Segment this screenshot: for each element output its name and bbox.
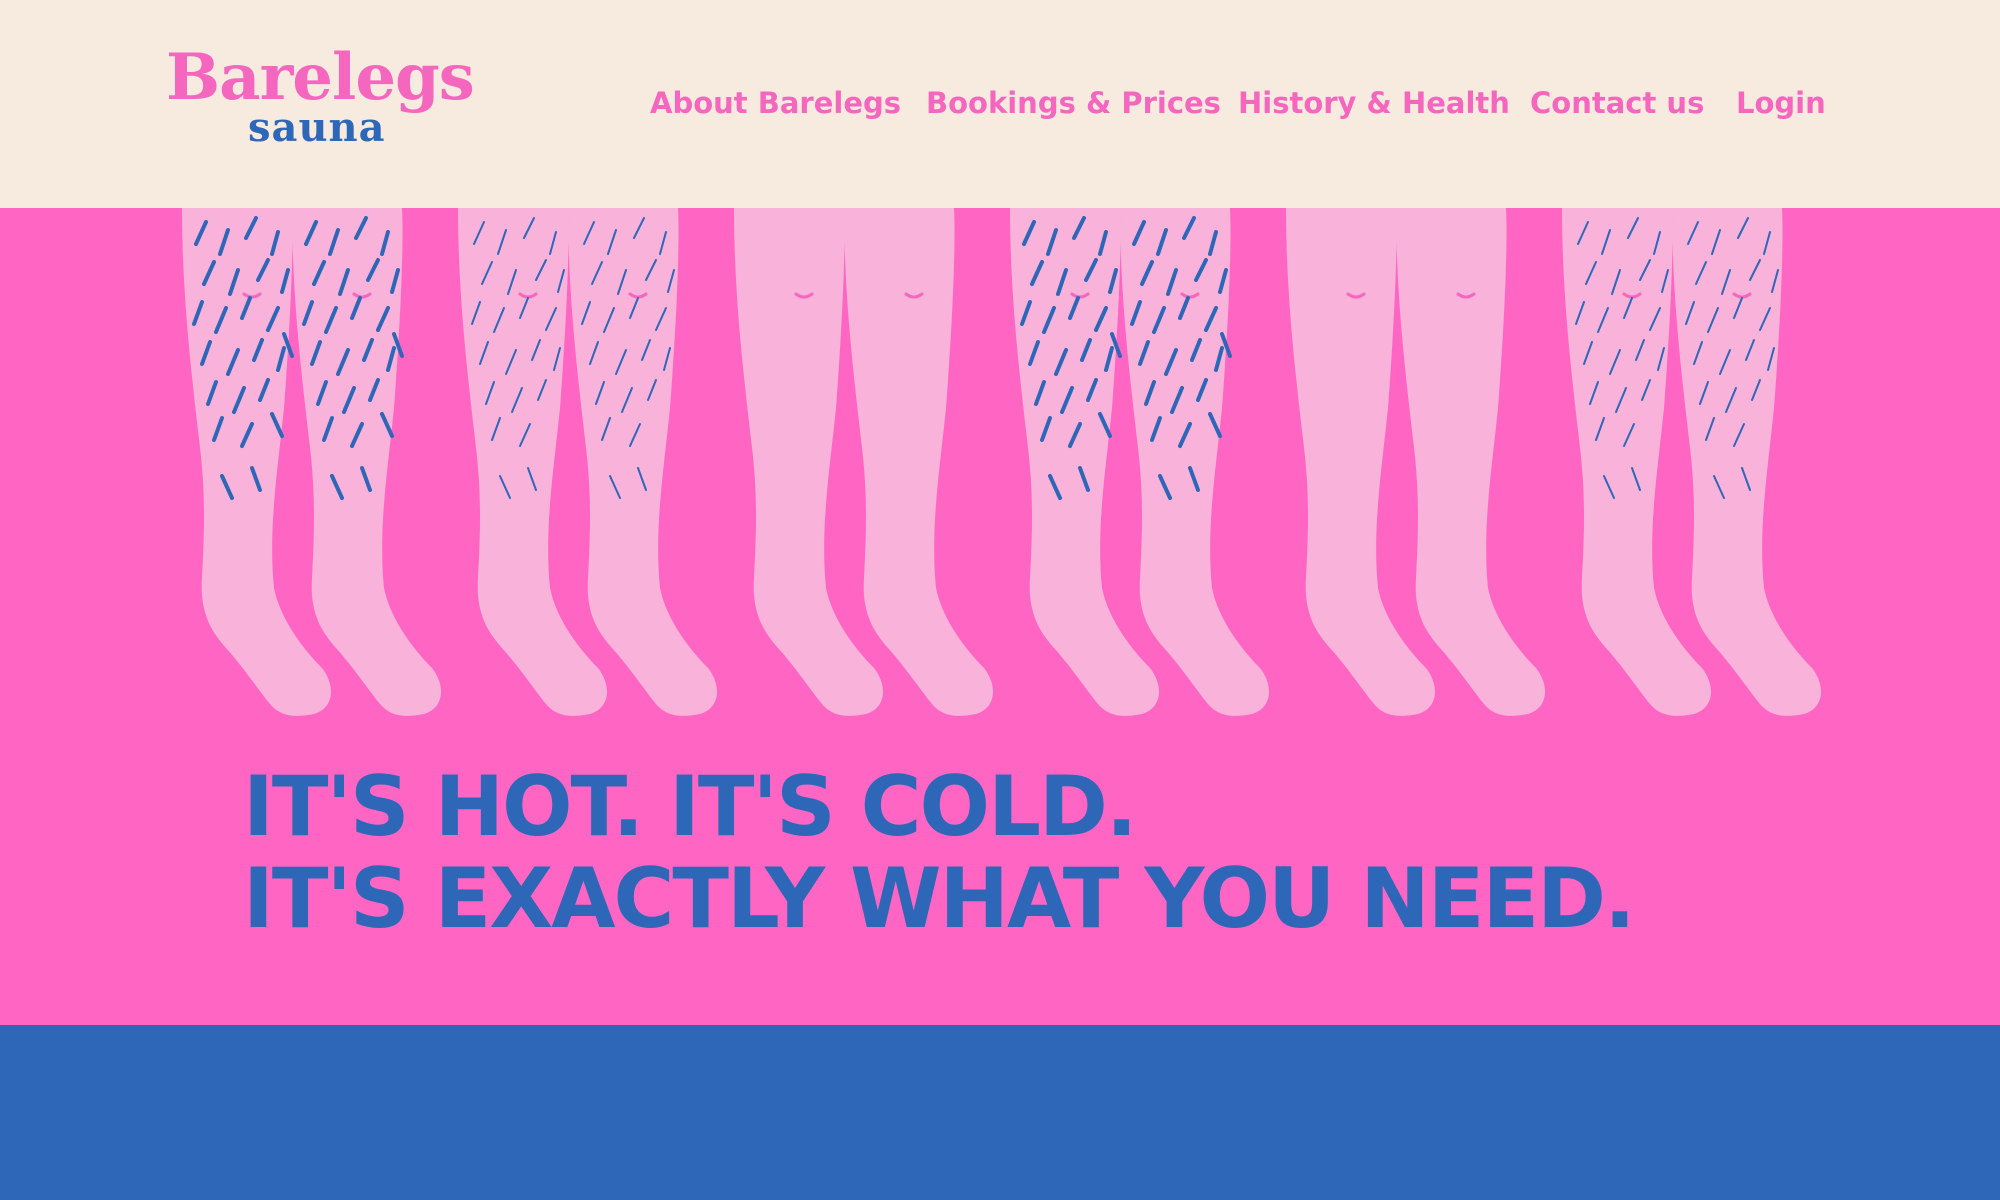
legs-illustration — [180, 208, 1823, 718]
main-nav: About Barelegs Bookings & Prices History… — [0, 0, 2000, 208]
nav-item-contact[interactable]: Contact us — [1530, 82, 1704, 124]
hero-headline-line-1: IT'S HOT. IT'S COLD. — [243, 758, 1137, 855]
blue-band — [0, 1025, 2000, 1200]
hero-headline: IT'S HOT. IT'S COLD. IT'S EXACTLY WHAT Y… — [243, 758, 1636, 947]
nav-item-about[interactable]: About Barelegs — [650, 82, 901, 124]
site-header: Barelegs sauna About Barelegs Bookings &… — [0, 0, 2000, 208]
nav-item-history[interactable]: History & Health — [1238, 82, 1510, 124]
hero-headline-line-2: IT'S EXACTLY WHAT YOU NEED. — [243, 850, 1636, 947]
nav-item-bookings[interactable]: Bookings & Prices — [926, 82, 1221, 124]
nav-item-login[interactable]: Login — [1736, 82, 1826, 124]
hero-section: IT'S HOT. IT'S COLD. IT'S EXACTLY WHAT Y… — [0, 208, 2000, 1025]
